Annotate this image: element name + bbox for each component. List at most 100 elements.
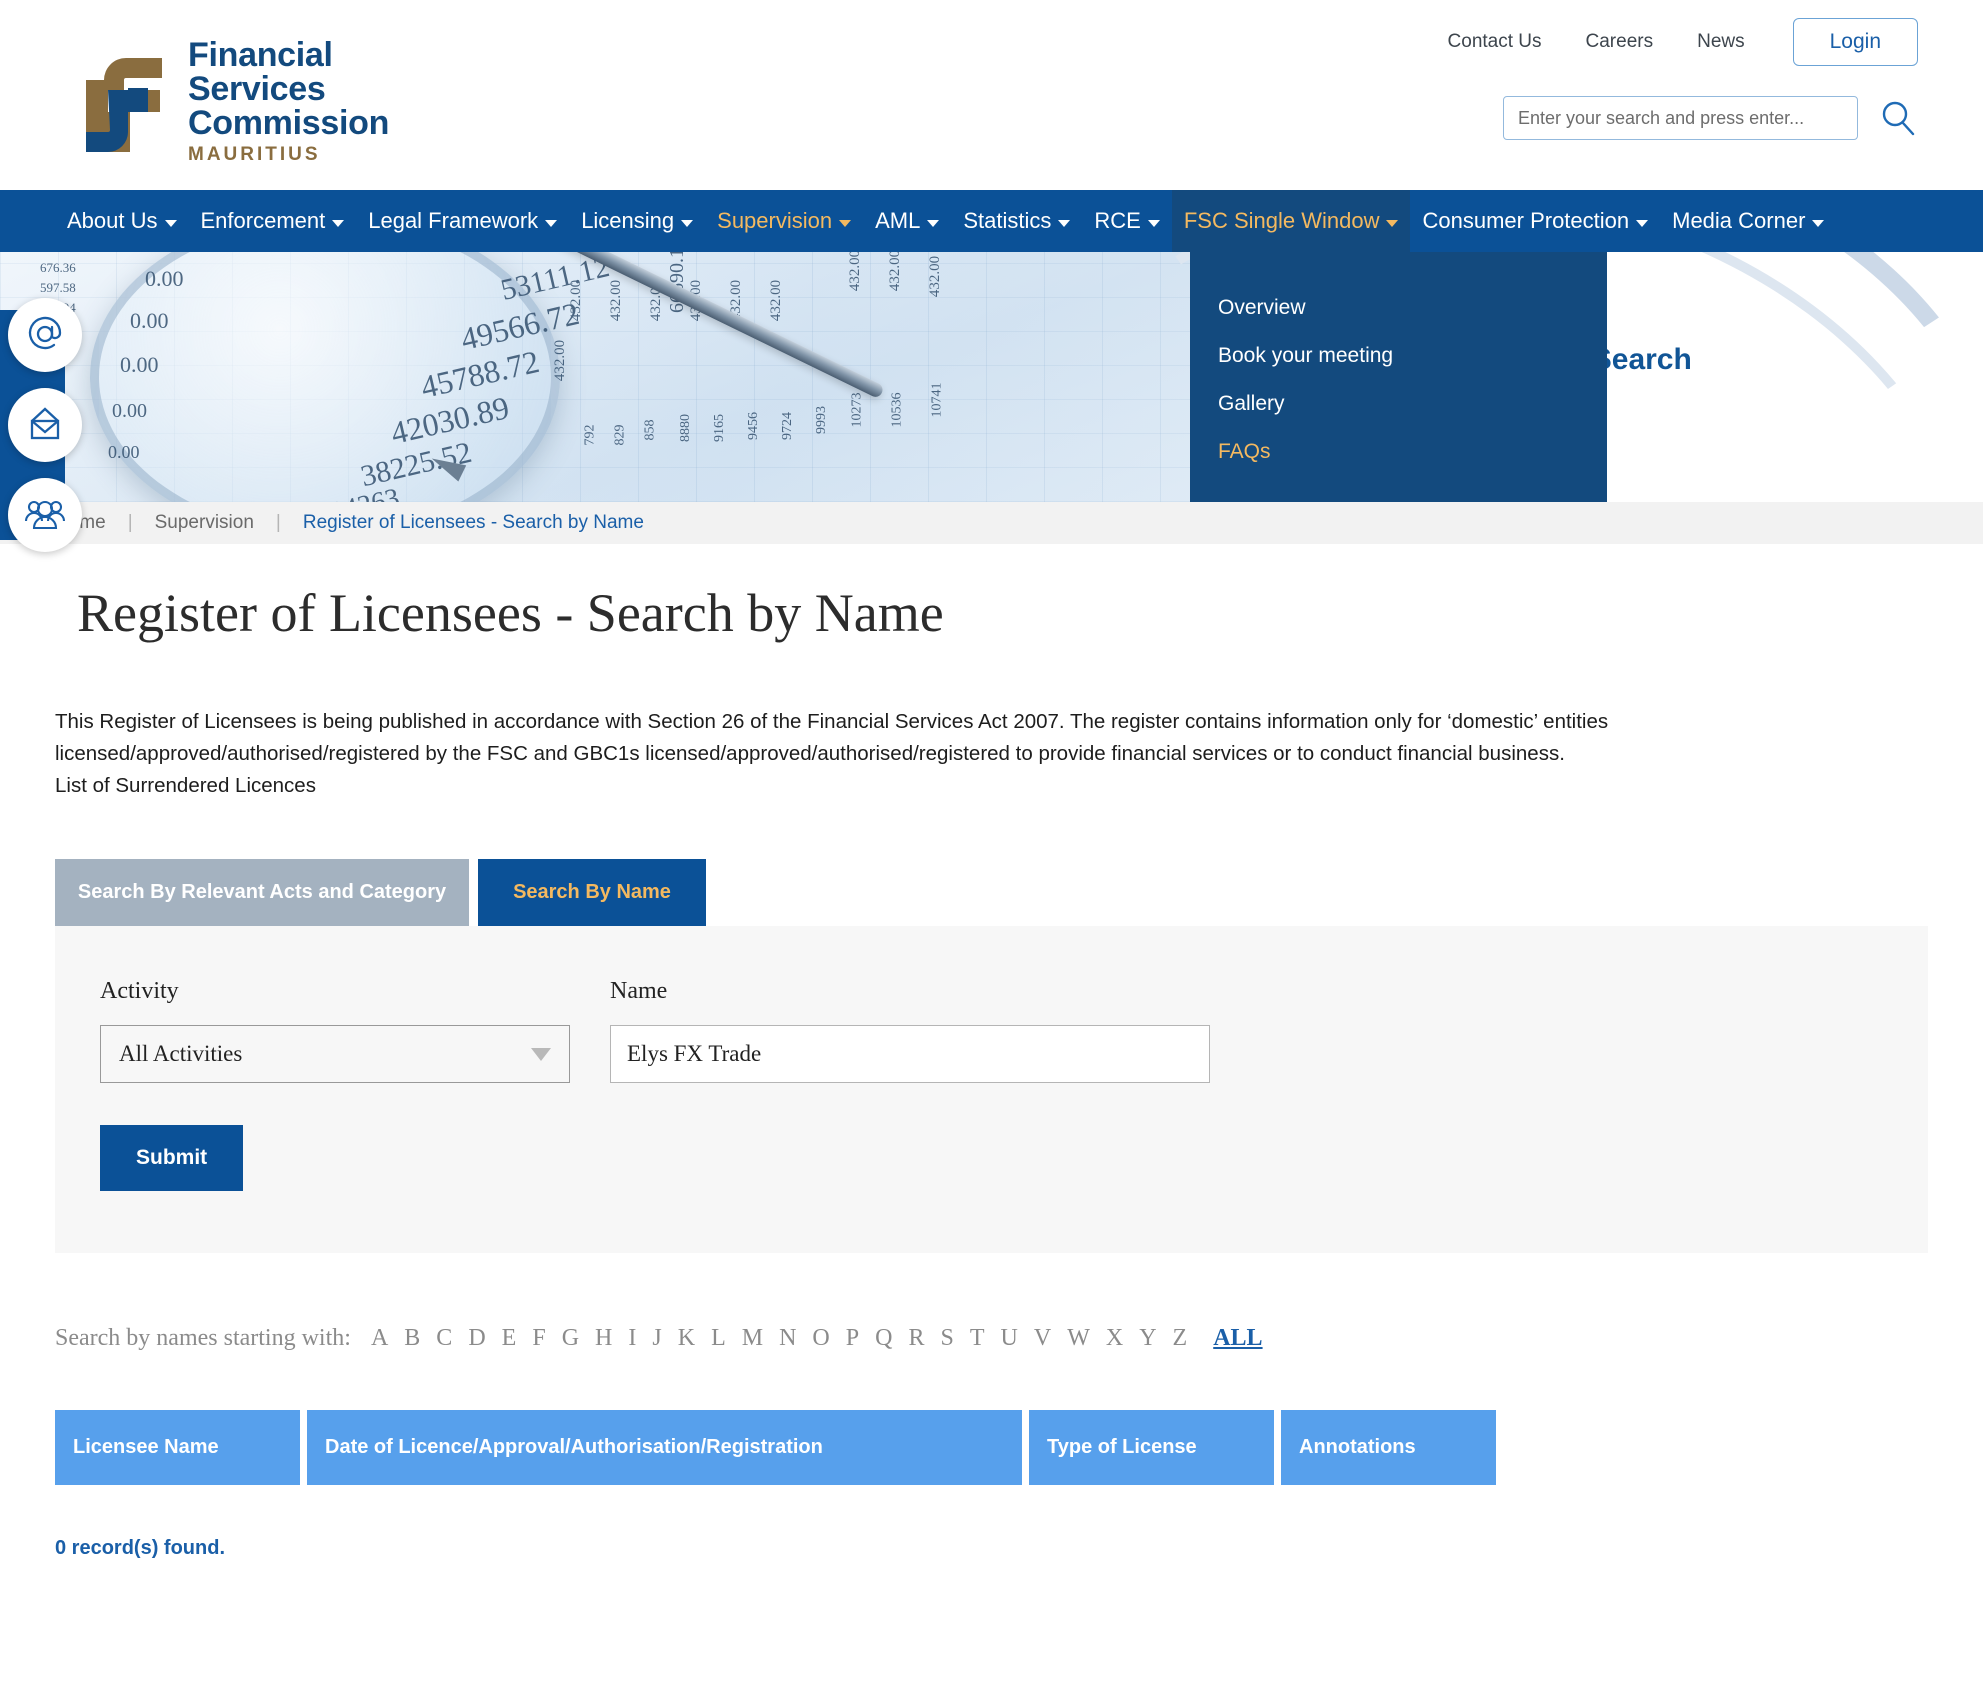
- alphabet-letter-p[interactable]: P: [838, 1325, 867, 1351]
- header-search: [1503, 96, 1920, 140]
- breadcrumb-current: Register of Licensees - Search by Name: [302, 512, 644, 533]
- nav-item-label: AML: [875, 208, 921, 233]
- chevron-down-icon: [927, 220, 940, 227]
- dropdown-item-book-your-meeting[interactable]: Book your meeting: [1190, 332, 1607, 380]
- search-input[interactable]: [1503, 96, 1858, 140]
- alphabet-letter-e[interactable]: E: [494, 1325, 525, 1351]
- table-header-licensee-name: Licensee Name: [55, 1410, 300, 1486]
- alphabet-letter-l[interactable]: L: [703, 1325, 734, 1351]
- utility-nav: Contact Us Careers News Login: [1426, 18, 1983, 66]
- nav-item-supervision[interactable]: Supervision: [705, 190, 863, 252]
- table-header-type-of-license: Type of License: [1029, 1410, 1274, 1486]
- login-button[interactable]: Login: [1792, 18, 1918, 66]
- nav-item-fsc-single-window[interactable]: FSC Single Window: [1171, 190, 1411, 252]
- activity-select[interactable]: All Activities: [100, 1025, 570, 1084]
- alphabet-letter-w[interactable]: W: [1059, 1325, 1098, 1351]
- alphabet-letter-v[interactable]: V: [1026, 1325, 1059, 1351]
- search-form-panel: Activity All Activities Name Submit: [55, 926, 1928, 1254]
- alphabet-letter-b[interactable]: B: [396, 1325, 428, 1351]
- breadcrumb-separator: |: [127, 512, 133, 533]
- alphabet-letter-a[interactable]: A: [363, 1325, 396, 1351]
- table-header-annotations: Annotations: [1281, 1410, 1496, 1486]
- alphabet-letter-q[interactable]: Q: [867, 1325, 900, 1351]
- results-table-header: Licensee Name Date of Licence/Approval/Au…: [55, 1410, 1928, 1486]
- submit-button[interactable]: Submit: [100, 1125, 244, 1192]
- alphabet-letter-o[interactable]: O: [804, 1325, 837, 1351]
- alphabet-letter-h[interactable]: H: [587, 1325, 620, 1351]
- dropdown-item-faqs[interactable]: FAQs: [1190, 428, 1607, 476]
- chevron-down-icon: [545, 220, 558, 227]
- chevron-down-icon: [164, 220, 177, 227]
- alphabet-letter-y[interactable]: Y: [1131, 1325, 1164, 1351]
- alphabet-all-link[interactable]: ALL: [1195, 1325, 1270, 1352]
- nav-item-label: Licensing: [581, 208, 675, 233]
- alphabet-letter-u[interactable]: U: [993, 1325, 1026, 1351]
- breadcrumb-supervision[interactable]: Supervision: [155, 512, 254, 534]
- nav-item-label: About Us: [67, 208, 158, 233]
- nav-item-aml[interactable]: AML: [863, 190, 951, 252]
- logo-line-3: Commission: [188, 104, 390, 142]
- search-tabs: Search By Relevant Acts and Category Sea…: [55, 859, 1928, 927]
- search-icon[interactable]: [1876, 96, 1920, 140]
- intro-line-3: List of Surrendered Licences: [55, 773, 316, 797]
- logo-line-2: Services: [188, 70, 326, 108]
- alphabet-letter-z[interactable]: Z: [1165, 1325, 1196, 1351]
- alphabet-letter-f[interactable]: F: [524, 1325, 553, 1351]
- at-sign-icon[interactable]: [8, 298, 82, 372]
- dropdown-item-overview[interactable]: Overview: [1190, 284, 1607, 332]
- dropdown-item-gallery[interactable]: Gallery: [1190, 380, 1607, 428]
- alphabet-letter-c[interactable]: C: [428, 1325, 460, 1351]
- chevron-down-icon: [839, 220, 852, 227]
- nav-item-label: RCE: [1094, 208, 1141, 233]
- floating-contact-rail: [0, 298, 82, 552]
- nav-item-label: Enforcement: [200, 208, 326, 233]
- alphabet-letter-t[interactable]: T: [962, 1325, 993, 1351]
- site-logo[interactable]: Financial Services Commission MAURITIUS: [62, 38, 389, 164]
- alphabet-letters: ABCDEFGHIJKLMNOPQRSTUVWXYZ: [363, 1325, 1195, 1352]
- name-field: Name: [610, 978, 1210, 1084]
- main-content: Register of Licensees - Search by Name T…: [0, 582, 1983, 1560]
- chevron-down-icon: [1147, 220, 1160, 227]
- nav-item-statistics[interactable]: Statistics: [951, 190, 1082, 252]
- activity-field: Activity All Activities: [100, 978, 570, 1084]
- nav-item-label: Media Corner: [1672, 208, 1806, 233]
- breadcrumb-separator: |: [275, 512, 281, 533]
- nav-item-consumer-protection[interactable]: Consumer Protection: [1410, 190, 1660, 252]
- alphabet-letter-s[interactable]: S: [932, 1325, 961, 1351]
- alphabet-letter-r[interactable]: R: [900, 1325, 932, 1351]
- name-input[interactable]: [610, 1025, 1210, 1084]
- alphabet-letter-m[interactable]: M: [734, 1325, 771, 1351]
- alphabet-letter-g[interactable]: G: [554, 1325, 587, 1351]
- people-icon[interactable]: [8, 478, 82, 552]
- activity-label: Activity: [100, 978, 179, 1005]
- alphabet-letter-d[interactable]: D: [460, 1325, 493, 1351]
- nav-item-label: Consumer Protection: [1422, 208, 1630, 233]
- alphabet-letter-i[interactable]: I: [620, 1325, 644, 1351]
- careers-link[interactable]: Careers: [1564, 31, 1676, 53]
- chevron-down-icon: [1058, 220, 1071, 227]
- nav-item-about-us[interactable]: About Us: [55, 190, 189, 252]
- breadcrumb: Home | Supervision | Register of License…: [0, 502, 1983, 544]
- logo-wordmark: Financial Services Commission MAURITIUS: [188, 38, 389, 164]
- nav-item-media-corner[interactable]: Media Corner: [1660, 190, 1836, 252]
- chevron-down-icon: [681, 220, 694, 227]
- tab-search-by-acts[interactable]: Search By Relevant Acts and Category: [55, 859, 469, 927]
- nav-item-rce[interactable]: RCE: [1082, 190, 1171, 252]
- site-header: Financial Services Commission MAURITIUS …: [0, 0, 1983, 190]
- envelope-icon[interactable]: [8, 388, 82, 462]
- news-link[interactable]: News: [1675, 31, 1767, 53]
- activity-select-value: All Activities: [119, 1041, 243, 1067]
- nav-item-legal-framework[interactable]: Legal Framework: [356, 190, 569, 252]
- alphabet-letter-k[interactable]: K: [670, 1325, 703, 1351]
- alphabet-letter-n[interactable]: N: [771, 1325, 804, 1351]
- chevron-down-icon: [1386, 220, 1399, 227]
- tab-search-by-name[interactable]: Search By Name: [478, 859, 706, 927]
- nav-item-licensing[interactable]: Licensing: [569, 190, 705, 252]
- nav-item-enforcement[interactable]: Enforcement: [189, 190, 357, 252]
- nav-item-label: Legal Framework: [368, 208, 539, 233]
- contact-us-link[interactable]: Contact Us: [1426, 31, 1564, 53]
- alphabet-filter: Search by names starting with: ABCDEFGHI…: [55, 1325, 1928, 1352]
- nav-item-label: Statistics: [963, 208, 1052, 233]
- alphabet-letter-j[interactable]: J: [644, 1325, 669, 1351]
- alphabet-letter-x[interactable]: X: [1098, 1325, 1131, 1351]
